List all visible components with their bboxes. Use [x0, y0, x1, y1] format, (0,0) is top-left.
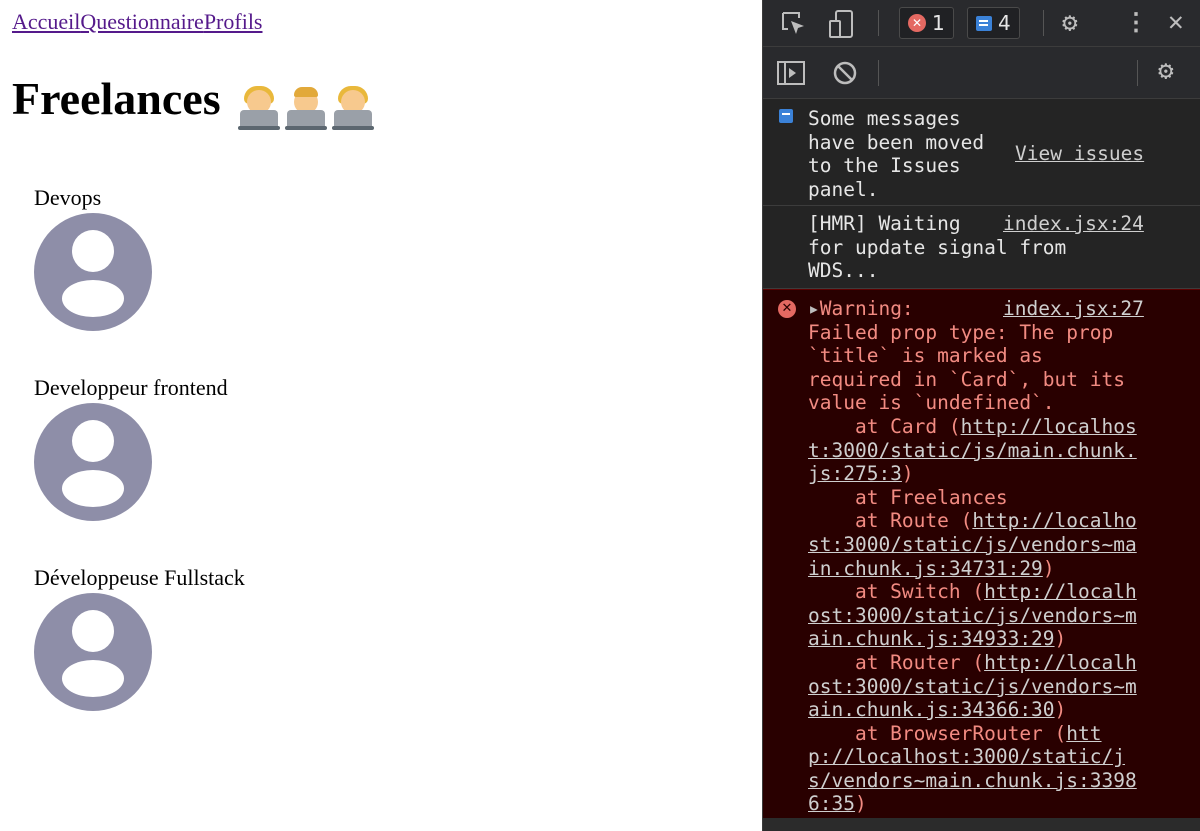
- stack-frame-suffix: ): [1054, 698, 1067, 722]
- console-message-info: Some messages have been moved to the Iss…: [763, 99, 1200, 206]
- console-settings-gear-icon[interactable]: ⚙: [1158, 57, 1174, 85]
- message-icon: [976, 15, 992, 31]
- message-count: 4: [998, 11, 1011, 35]
- devtools-toolbar: ✕ 1 4 ⚙ ⋮ ✕: [763, 0, 1200, 47]
- more-options-icon[interactable]: ⋮: [1124, 8, 1148, 36]
- stack-frame-prefix: at Route (: [808, 509, 973, 533]
- expand-triangle-icon[interactable]: ▸: [808, 297, 820, 320]
- close-icon[interactable]: ✕: [1168, 8, 1184, 36]
- warning-body: Failed prop type: The prop `title` is ma…: [808, 320, 1125, 415]
- messages-badge[interactable]: 4: [967, 7, 1020, 39]
- error-count: 1: [932, 11, 945, 35]
- source-link[interactable]: index.jsx:24: [1003, 212, 1144, 235]
- nav-link-home[interactable]: Accueil: [12, 9, 80, 34]
- device-toolbar-icon[interactable]: [828, 9, 858, 43]
- info-message-icon: [779, 109, 793, 123]
- top-nav: AccueilQuestionnaireProfils: [12, 9, 263, 35]
- inspect-element-icon[interactable]: [780, 10, 808, 42]
- woman-technologist-icon: [332, 85, 375, 130]
- app-page: AccueilQuestionnaireProfils Freelances D…: [0, 0, 762, 831]
- man-technologist-icon: [285, 86, 328, 130]
- profile-card: Developpeur frontend: [34, 375, 228, 521]
- warning-head: Warning:: [819, 297, 914, 320]
- default-avatar-icon: [34, 213, 152, 331]
- default-avatar-icon: [34, 593, 152, 711]
- profile-card: Devops: [34, 185, 152, 331]
- card-title: Développeuse Fullstack: [34, 565, 245, 590]
- console-messages: Some messages have been moved to the Iss…: [763, 99, 1200, 822]
- stack-frame-prefix: at Freelances: [808, 485, 1008, 509]
- default-avatar-icon: [34, 403, 152, 521]
- console-bottom-bar: [763, 818, 1200, 831]
- error-icon: ✕: [778, 300, 796, 318]
- stack-frame-suffix: ): [1054, 627, 1067, 651]
- message-text: Some messages have been moved to the Iss…: [808, 107, 985, 201]
- profile-card: Développeuse Fullstack: [34, 565, 245, 711]
- card-title: Devops: [34, 185, 102, 210]
- nav-link-survey[interactable]: Questionnaire: [80, 9, 203, 34]
- page-title: Freelances: [12, 70, 379, 132]
- stack-frame-suffix: ): [901, 462, 914, 486]
- page-title-text: Freelances: [12, 73, 221, 124]
- view-issues-link[interactable]: View issues: [1015, 142, 1144, 165]
- console-message-log: [HMR] Waiting for update signal from WDS…: [763, 206, 1200, 289]
- stack-frame-suffix: ): [854, 792, 867, 816]
- stack-frame-prefix: at Router (: [808, 650, 985, 674]
- warning-text: ▸Warning: Failed prop type: The prop `ti…: [808, 297, 1137, 816]
- errors-badge[interactable]: ✕ 1: [899, 7, 954, 39]
- stack-frame-prefix: at Switch (: [808, 580, 985, 604]
- console-message-error: ✕ ▸Warning: Failed prop type: The prop `…: [763, 289, 1200, 822]
- error-icon: ✕: [908, 14, 926, 32]
- show-sidebar-icon[interactable]: [777, 60, 805, 90]
- clear-console-icon[interactable]: [832, 60, 858, 90]
- card-title: Developpeur frontend: [34, 375, 228, 400]
- settings-gear-icon[interactable]: ⚙: [1062, 9, 1078, 37]
- source-link[interactable]: index.jsx:27: [1003, 297, 1144, 320]
- devtools-panel: ✕ 1 4 ⚙ ⋮ ✕ top ⚙ Some messages have bee…: [762, 0, 1200, 831]
- woman-technologist-icon: [238, 85, 281, 130]
- stack-frame-suffix: ): [1042, 556, 1055, 580]
- console-toolbar: top ⚙: [763, 47, 1200, 133]
- title-emojis: [238, 74, 379, 132]
- stack-frame-prefix: at BrowserRouter (: [808, 721, 1067, 745]
- stack-frame-prefix: at Card (: [808, 414, 961, 438]
- nav-link-profiles[interactable]: Profils: [204, 9, 263, 34]
